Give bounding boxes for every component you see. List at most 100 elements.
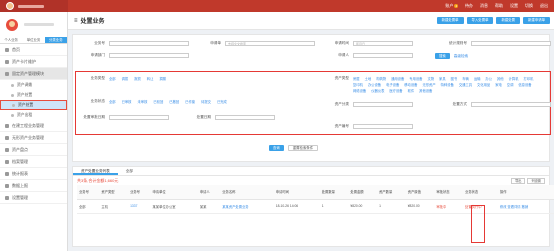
profile-name-blurred [24, 23, 54, 26]
table-header-row: 业务号 资产类型 业务号 申请单位 申请人 业务名称 申请时间 处置数量 处置金… [77, 185, 554, 200]
column-settings-button[interactable]: 列设置 [527, 177, 545, 184]
gear-icon [5, 195, 9, 200]
sidebar-sub-rent[interactable]: 资产出租 [0, 110, 67, 120]
dept-input[interactable] [109, 53, 189, 58]
edit-link[interactable]: 修改 [500, 205, 507, 209]
new-disposal-button[interactable]: 新建处置 [496, 17, 521, 24]
dot-icon [11, 93, 14, 97]
apply-time-label: 申请时间 [334, 41, 349, 45]
sidebar-profile [0, 12, 67, 37]
reset-search-button[interactable]: 重置检索条件 [287, 145, 319, 151]
revoke-link[interactable]: 撤销 [522, 205, 529, 209]
sidebar-item-upload[interactable]: 数据上报 [0, 180, 67, 192]
disposal-date-label: 处置日期 [196, 115, 211, 119]
asset-type-options: 房屋 土地 构筑物 通用设备 专用设备 文物 家具 图书 车辆 运输 办公 其他 计算机 打印机 复印机 办公… [353, 77, 534, 93]
upload-icon [5, 183, 9, 188]
top-nav-messages[interactable]: 消息 [480, 3, 488, 9]
rule-no-input[interactable] [471, 41, 551, 46]
applicant-label: 申请人 [338, 53, 349, 57]
option-transfer[interactable]: 调拨 [122, 76, 129, 81]
folder-icon [5, 71, 9, 76]
business-type-options: 全部 调拨 报损 转让 捐赠 [109, 76, 249, 81]
list-icon: ≡ [74, 17, 78, 24]
apply-time-input[interactable]: 年月日 [353, 41, 413, 46]
profile-avatar [6, 18, 18, 31]
row-actions: 修改 查看详情 撤销 [497, 199, 554, 214]
business-status-options: 全部 已审核 未审核 已驳回 已撤回 已作废 待提交 已完成 [109, 100, 227, 104]
sidebar-sub-disposal[interactable]: 资产处置 [0, 90, 67, 100]
query-button[interactable]: 查询 [269, 145, 284, 151]
notification-badge: 4 [454, 4, 458, 8]
disposal-table: 业务号 资产类型 业务号 申请单位 申请人 业务名称 申请时间 处置数量 处置金… [77, 185, 554, 214]
top-nav-help[interactable]: 帮助 [495, 3, 503, 9]
sidebar-item-construction[interactable]: 在建工程业务管理 [0, 120, 67, 132]
sidebar-item-settings[interactable]: 设置管理 [0, 192, 67, 204]
sidebar-tab-category[interactable]: 分类业务 [44, 37, 67, 43]
import-disposal-button[interactable]: 导入处置单 [466, 17, 494, 24]
rule-no-label: 统计规则号 [449, 41, 467, 45]
page-header: ≡ 处置业务 新建处置单 导入处置单 新建处置 新建申请单 [68, 12, 554, 30]
search-form: 业务号 申请单 支持全文搜索 申请时间 年月日 统计规则号 申请部门 申请人 搜… [72, 34, 551, 162]
new-application-button[interactable]: 新建申请单 [523, 17, 550, 24]
disposal-method-select[interactable] [471, 102, 551, 107]
user-area[interactable] [0, 0, 68, 12]
sidebar-item-archive[interactable]: 档案管理 [0, 156, 67, 168]
top-nav-switch[interactable]: 切换 [525, 3, 533, 9]
top-nav-settings[interactable]: 设置 [510, 3, 518, 9]
application-label: 申请单 [210, 41, 221, 45]
top-nav-logout[interactable]: 退出 [540, 3, 548, 9]
asset-type-label: 资产类型 [334, 76, 349, 80]
application-input[interactable]: 支持全文搜索 [225, 41, 315, 46]
approval-date-input[interactable] [109, 115, 169, 120]
sidebar-item-reports[interactable]: 统计报表 [0, 168, 67, 180]
option-loss[interactable]: 报损 [134, 76, 141, 81]
top-nav-account[interactable]: 账户 4 [445, 3, 458, 9]
tab-disposal-list[interactable]: 资产处置业务列表 [73, 167, 118, 175]
avatar [6, 2, 14, 10]
asset-category-select[interactable] [353, 102, 413, 107]
dot-icon [11, 83, 14, 87]
sidebar-item-inventory[interactable]: 资产盘点 [0, 144, 67, 156]
tab-all[interactable]: 全部 [118, 167, 141, 175]
dot-icon [11, 113, 14, 117]
result-tabs: 资产处置业务列表 全部 [73, 167, 549, 176]
business-no-input[interactable] [109, 41, 189, 46]
sidebar-tab-personal[interactable]: 个人业务 [0, 37, 22, 43]
sidebar-sub-disposal-active[interactable]: 资产处置 [0, 100, 67, 110]
chart-icon [5, 171, 9, 176]
sidebar-item-card[interactable]: 资产卡片维护 [0, 56, 67, 68]
sidebar-item-intangible[interactable]: 无形资产业务管理 [0, 132, 67, 144]
applicant-input[interactable] [353, 53, 413, 58]
disposal-date-input[interactable] [215, 115, 275, 120]
new-disposal-order-button[interactable]: 新建处置单 [436, 17, 464, 24]
username-blurred [18, 4, 44, 8]
option-donate[interactable]: 捐赠 [159, 76, 166, 81]
option-all[interactable]: 全部 [109, 76, 116, 81]
table-row[interactable]: 全部 主机 1337 某某单位办公室 某某 某某资产处置业务 18-10-26 … [77, 199, 554, 214]
top-nav-items: 账户 4 待办 消息 帮助 设置 切换 退出 [445, 3, 554, 9]
top-nav-todo[interactable]: 待办 [465, 3, 473, 9]
sidebar-tab-unit[interactable]: 单位业务 [22, 37, 44, 43]
disposal-method-label: 处置方式 [452, 102, 467, 106]
search-button[interactable]: 搜索 [435, 53, 450, 59]
sidebar-item-home[interactable]: 首页 [0, 44, 67, 56]
approval-date-label: 处置审批日期 [83, 115, 105, 119]
page-title: 处置业务 [80, 19, 105, 25]
sidebar-item-fixed-assets[interactable]: 固定资产管理模块 [0, 68, 67, 80]
business-type-label: 业务类型 [90, 76, 105, 80]
build-icon [5, 123, 9, 128]
home-icon [5, 47, 9, 52]
export-button[interactable]: 导出 [511, 177, 526, 184]
option-sell[interactable]: 转让 [147, 76, 154, 81]
column-operation: 操作 [497, 185, 554, 200]
main-content: ≡ 处置业务 新建处置单 导入处置单 新建处置 新建申请单 业务号 申请单 支持… [68, 12, 554, 251]
asset-number-input[interactable] [353, 124, 413, 129]
inventory-icon [5, 147, 9, 152]
result-panel: 资产处置业务列表 全部 共3条,合计金额1,660元 导出 列设置 业务号 资产… [72, 166, 554, 247]
advanced-search-link[interactable]: 高级检索 [454, 54, 468, 59]
sidebar-tabs: 个人业务 单位业务 分类业务 [0, 37, 67, 44]
view-detail-link[interactable]: 查看详情 [507, 205, 520, 209]
asset-number-label: 资产编号 [334, 124, 349, 128]
intangible-icon [5, 135, 9, 140]
sidebar-sub-transfer[interactable]: 资产调拨 [0, 80, 67, 90]
